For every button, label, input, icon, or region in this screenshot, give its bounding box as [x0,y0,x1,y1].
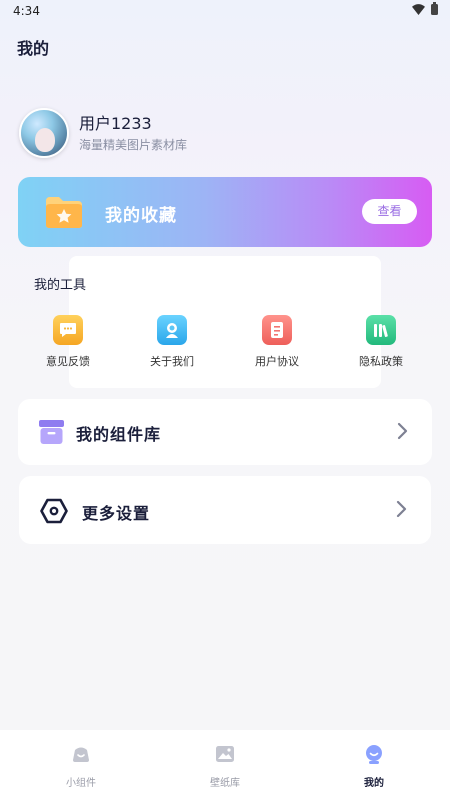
more-settings-label: 更多设置 [82,504,151,523]
tool-label: 意见反馈 [46,355,90,368]
tab-label: 壁纸库 [210,778,240,789]
tool-privacy[interactable]: 隐私政策 [341,315,421,369]
tab-mine[interactable]: 我的 [334,744,414,789]
tool-label: 关于我们 [150,355,194,368]
widget-library-row[interactable]: 我的组件库 [18,399,432,465]
username: 用户1233 [79,113,152,133]
profile-header[interactable]: 用户1233 海量精美图片素材库 [19,108,187,158]
tab-widgets[interactable]: 小组件 [41,744,121,789]
profile-icon [366,745,382,764]
tool-agreement[interactable]: 用户协议 [237,315,317,369]
view-favorites-button[interactable]: 查看 [362,199,417,224]
tool-feedback[interactable]: 意见反馈 [28,315,108,369]
avatar[interactable] [19,108,69,158]
chevron-right-icon [396,500,407,518]
folder-star-icon [46,197,82,228]
profile-subtitle: 海量精美图片素材库 [79,137,188,152]
about-icon [157,315,187,345]
feedback-icon [53,315,83,345]
widget-icon [73,747,89,762]
status-bar: 4:34 [0,0,450,22]
tool-label: 用户协议 [255,355,299,368]
more-settings-row[interactable]: 更多设置 [19,476,431,544]
wifi-icon [412,4,425,15]
agreement-icon [262,315,292,345]
tool-about[interactable]: 关于我们 [132,315,212,369]
bottom-tab-bar: 小组件 壁纸库 我的 [0,730,450,800]
tools-panel [69,256,381,388]
battery-icon [431,2,438,15]
tab-label: 小组件 [66,778,96,789]
page-title: 我的 [17,39,50,58]
settings-hex-icon [40,498,68,524]
wallpaper-icon [216,746,234,762]
archive-box-icon [39,420,64,444]
chevron-right-icon [397,422,408,440]
tab-wallpapers[interactable]: 壁纸库 [185,744,265,789]
tab-label: 我的 [364,778,384,789]
status-time: 4:34 [13,4,40,18]
profile-text: 用户1233 海量精美图片素材库 [79,114,187,153]
widget-library-label: 我的组件库 [76,425,162,444]
tool-label: 隐私政策 [359,355,403,368]
favorites-card[interactable]: 我的收藏 查看 [18,177,432,247]
favorites-title: 我的收藏 [105,206,177,226]
privacy-icon [366,315,396,345]
status-icons [412,2,438,15]
tools-title: 我的工具 [34,278,87,293]
